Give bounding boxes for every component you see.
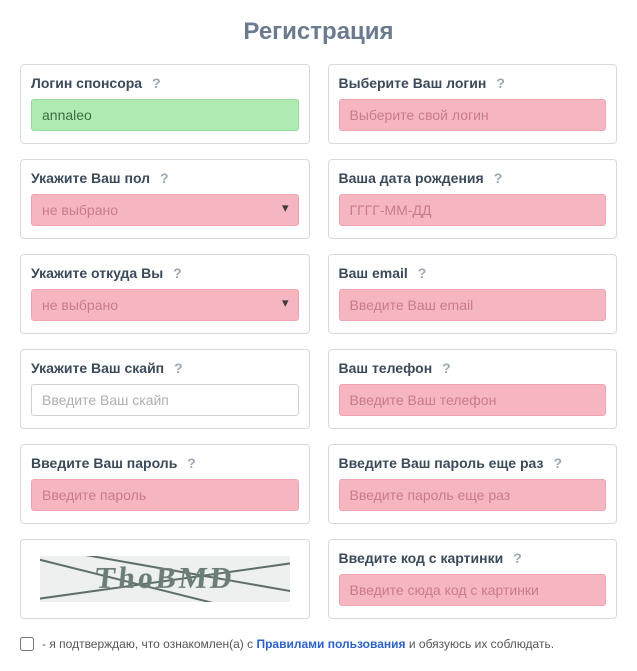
birthdate-label: Ваша дата рождения [339, 170, 484, 186]
phone-label: Ваш телефон [339, 360, 433, 376]
captcha-input[interactable] [339, 574, 607, 606]
login-input[interactable] [339, 99, 607, 131]
password-confirm-label: Введите Ваш пароль еще раз [339, 455, 544, 471]
field-choose-login: Выберите Ваш логин ? [328, 64, 618, 144]
help-icon[interactable]: ? [152, 75, 161, 91]
from-label: Укажите откуда Вы [31, 265, 163, 281]
agree-text: - я подтверждаю, что ознакомлен(а) с Пра… [42, 637, 554, 651]
skype-input[interactable] [31, 384, 299, 416]
sponsor-label: Логин спонсора [31, 75, 142, 91]
field-from: Укажите откуда Вы ? не выбрано [20, 254, 310, 334]
captcha-text: ThoBMD [93, 562, 236, 596]
email-input[interactable] [339, 289, 607, 321]
field-password: Введите Ваш пароль ? [20, 444, 310, 524]
password-label: Введите Ваш пароль [31, 455, 177, 471]
captcha-image-card: ThoBMD [20, 539, 310, 619]
field-sponsor-login: Логин спонсора ? [20, 64, 310, 144]
field-password-confirm: Введите Ваш пароль еще раз ? [328, 444, 618, 524]
field-phone: Ваш телефон ? [328, 349, 618, 429]
login-label: Выберите Ваш логин [339, 75, 487, 91]
field-email: Ваш email ? [328, 254, 618, 334]
help-icon[interactable]: ? [442, 360, 451, 376]
terms-link[interactable]: Правилами пользования [256, 637, 405, 651]
registration-form: Логин спонсора ? Выберите Ваш логин ? Ук… [20, 64, 617, 619]
field-skype: Укажите Ваш скайп ? [20, 349, 310, 429]
help-icon[interactable]: ? [187, 455, 196, 471]
field-gender: Укажите Ваш пол ? не выбрано [20, 159, 310, 239]
help-icon[interactable]: ? [160, 170, 169, 186]
help-icon[interactable]: ? [496, 75, 505, 91]
field-captcha: Введите код с картинки ? [328, 539, 618, 619]
help-icon[interactable]: ? [513, 550, 522, 566]
field-birthdate: Ваша дата рождения ? [328, 159, 618, 239]
password-confirm-input[interactable] [339, 479, 607, 511]
phone-input[interactable] [339, 384, 607, 416]
gender-label: Укажите Ваш пол [31, 170, 150, 186]
page-title: Регистрация [20, 18, 617, 46]
help-icon[interactable]: ? [418, 265, 427, 281]
help-icon[interactable]: ? [553, 455, 562, 471]
password-input[interactable] [31, 479, 299, 511]
help-icon[interactable]: ? [494, 170, 503, 186]
help-icon[interactable]: ? [173, 265, 182, 281]
agree-checkbox[interactable] [20, 637, 34, 651]
skype-label: Укажите Ваш скайп [31, 360, 164, 376]
gender-select[interactable]: не выбрано [31, 194, 299, 226]
email-label: Ваш email [339, 265, 408, 281]
captcha-label: Введите код с картинки [339, 550, 504, 566]
agree-row: - я подтверждаю, что ознакомлен(а) с Пра… [20, 637, 617, 651]
sponsor-input[interactable] [31, 99, 299, 131]
help-icon[interactable]: ? [174, 360, 183, 376]
from-select[interactable]: не выбрано [31, 289, 299, 321]
captcha-image: ThoBMD [40, 556, 290, 602]
birthdate-input[interactable] [339, 194, 607, 226]
